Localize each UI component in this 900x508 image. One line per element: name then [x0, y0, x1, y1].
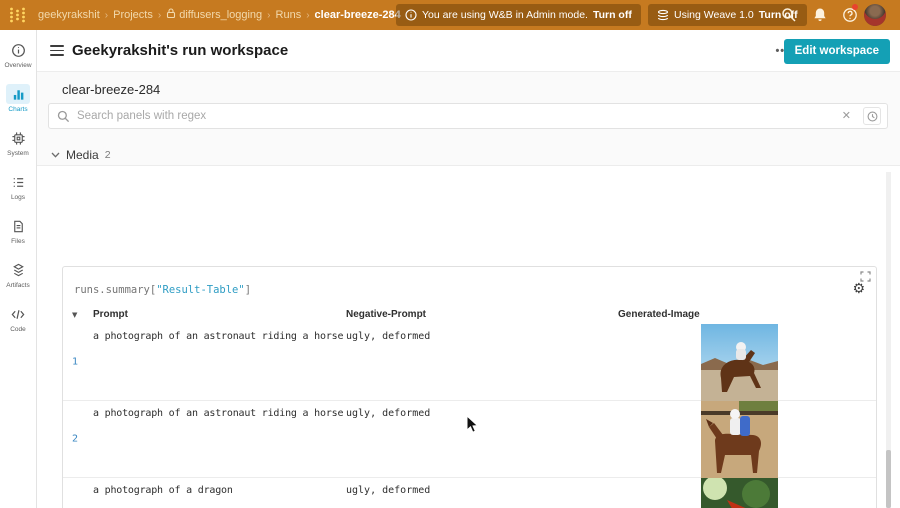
wandb-run-workspace-app: geekyrakshit › Projects › diffusers_logging ›… — [0, 0, 900, 508]
admin-turn-off-button[interactable]: Turn off — [593, 4, 632, 26]
sidebar-item-label: Logs — [11, 194, 25, 201]
negative-prompt-cell: ugly, deformed — [346, 408, 430, 419]
sidebar-item-artifacts[interactable]: Artifacts — [1, 260, 35, 289]
table-row[interactable]: 3 a photograph of a dragon ugly, deforme… — [63, 478, 876, 508]
generated-image-astronaut-standing-horse[interactable] — [701, 401, 778, 478]
edit-workspace-button[interactable]: Edit workspace — [784, 39, 890, 64]
chevron-down-icon — [51, 152, 60, 158]
sidebar-item-label: Artifacts — [6, 282, 29, 289]
result-table-panel: runs.summary["Result-Table"] ⚙ ▼ Prompt … — [62, 266, 877, 508]
weave-layers-icon — [657, 9, 669, 21]
workspace-header: Geekyrakshit's run workspace ••• Edit wo… — [37, 30, 900, 72]
sidebar-item-files[interactable]: Files — [1, 216, 35, 245]
bell-icon[interactable] — [812, 7, 828, 23]
breadcrumb-separator: › — [158, 10, 161, 21]
sidebar-item-label: Charts — [8, 106, 27, 113]
column-header-prompt[interactable]: Prompt — [93, 309, 128, 320]
sidebar-item-label: Files — [11, 238, 25, 245]
sidebar-item-charts[interactable]: Charts — [1, 84, 35, 113]
notification-badge — [852, 4, 858, 10]
breadcrumb-runs[interactable]: Runs — [276, 9, 302, 21]
media-section-body: runs.summary["Result-Table"] ⚙ ▼ Prompt … — [37, 165, 900, 508]
negative-prompt-cell: ugly, deformed — [346, 485, 430, 496]
admin-mode-banner: You are using W&B in Admin mode. Turn of… — [396, 4, 641, 26]
sidebar-item-code[interactable]: Code — [1, 304, 35, 333]
panel-scrollbar-thumb[interactable] — [886, 450, 891, 508]
table-row[interactable]: 1 a photograph of an astronaut riding a … — [63, 324, 876, 401]
panel-title-key: "Result-Table" — [156, 284, 245, 296]
sidebar-item-label: System — [7, 150, 29, 157]
table-header: ▼ Prompt Negative-Prompt Generated-Image — [63, 309, 876, 324]
breadcrumb-separator: › — [306, 10, 309, 21]
hamburger-menu-icon[interactable] — [50, 45, 64, 59]
weave-text: Using Weave 1.0 — [674, 4, 754, 26]
breadcrumb-separator: › — [267, 10, 270, 21]
sidebar-item-label: Overview — [4, 62, 31, 69]
layers-icon — [11, 263, 26, 278]
wandb-logo-icon[interactable] — [9, 7, 26, 23]
cpu-chip-icon — [11, 131, 26, 146]
breadcrumb-run-name[interactable]: clear-breeze-284 — [315, 9, 401, 21]
clear-search-icon[interactable]: ✕ — [842, 104, 851, 128]
search-panels-input[interactable] — [77, 104, 664, 128]
table-rows: 1 a photograph of an astronaut riding a … — [63, 324, 876, 508]
generated-image-astronaut-galloping-horse[interactable] — [701, 324, 778, 401]
prompt-cell: a photograph of a dragon — [93, 485, 233, 496]
run-name-title: clear-breeze-284 — [62, 82, 160, 97]
row-index: 2 — [72, 434, 78, 445]
breadcrumb-separator: › — [105, 10, 108, 21]
panel-search-bar: ✕ — [48, 103, 888, 129]
page-title: Geekyrakshit's run workspace — [72, 30, 288, 72]
generated-image-red-dragon-forest[interactable] — [701, 478, 778, 508]
search-icon[interactable] — [781, 7, 797, 23]
list-icon — [11, 175, 26, 190]
table-filter-caret-icon[interactable]: ▼ — [72, 311, 77, 319]
document-icon — [11, 219, 26, 234]
table-row[interactable]: 2 a photograph of an astronaut riding a … — [63, 401, 876, 478]
top-navbar: geekyrakshit › Projects › diffusers_logging ›… — [0, 0, 900, 30]
admin-mode-text: You are using W&B in Admin mode. — [422, 4, 588, 26]
column-header-generated-image[interactable]: Generated-Image — [618, 309, 700, 320]
media-section-label: Media — [66, 148, 99, 162]
media-section-header[interactable]: Media 2 — [51, 148, 111, 162]
breadcrumb: geekyrakshit › Projects › diffusers_logging ›… — [38, 0, 401, 30]
user-avatar[interactable] — [864, 4, 886, 26]
panel-settings-gear-icon[interactable]: ⚙ — [852, 281, 865, 297]
bar-chart-icon — [11, 87, 26, 102]
code-icon — [10, 307, 26, 322]
lock-icon — [166, 8, 176, 19]
sidebar-item-overview[interactable]: Overview — [1, 40, 35, 69]
negative-prompt-cell: ugly, deformed — [346, 331, 430, 342]
search-history-icon[interactable] — [863, 107, 881, 125]
info-icon — [405, 9, 417, 21]
breadcrumb-projects[interactable]: Projects — [113, 9, 153, 21]
prompt-cell: a photograph of an astronaut riding a ho… — [93, 408, 343, 419]
prompt-cell: a photograph of an astronaut riding a ho… — [93, 331, 343, 342]
column-header-negative-prompt[interactable]: Negative-Prompt — [346, 309, 426, 320]
sidebar-item-label: Code — [10, 326, 26, 333]
info-circle-icon — [11, 43, 26, 58]
search-icon — [57, 110, 70, 123]
breadcrumb-entity[interactable]: geekyrakshit — [38, 9, 100, 21]
row-index: 1 — [72, 357, 78, 368]
panel-title-prefix: runs.summary[ — [74, 284, 156, 296]
media-section-count: 2 — [105, 149, 111, 161]
sidebar-item-logs[interactable]: Logs — [1, 172, 35, 201]
breadcrumb-project[interactable]: diffusers_logging — [179, 9, 262, 21]
workspace-content: clear-breeze-284 ✕ Media 2 runs.summary[… — [37, 72, 900, 508]
panel-title-suffix: ] — [245, 284, 251, 296]
sidebar-item-system[interactable]: System /* placeholder none */ — [1, 128, 35, 157]
panel-title-expression: runs.summary["Result-Table"] — [74, 284, 251, 296]
run-sidebar: Overview Charts System /* placeholder no… — [0, 30, 37, 508]
